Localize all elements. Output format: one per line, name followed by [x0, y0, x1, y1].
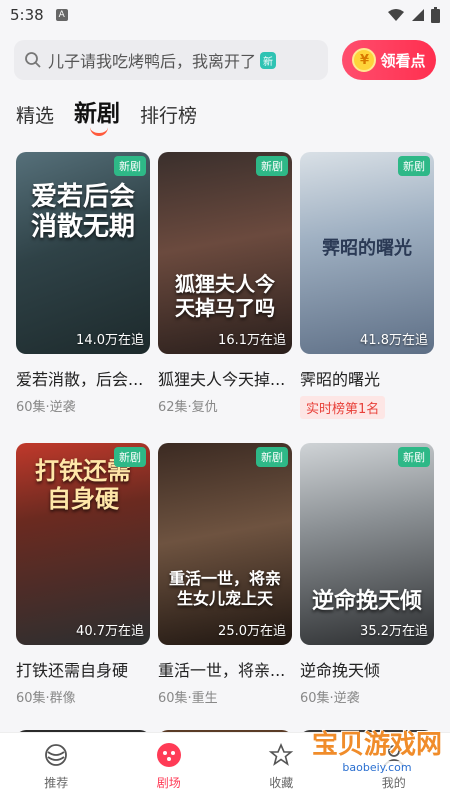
- drama-poster[interactable]: 爱若后会消散无期 新剧 14.0万在追: [16, 152, 150, 354]
- category-tabs: 精选 新剧 排行榜: [16, 94, 197, 136]
- new-tag: 新剧: [398, 156, 430, 176]
- site-watermark: 宝贝游戏网 baobeiy.com: [311, 724, 442, 774]
- search-row: 儿子请我吃烤鸭后，我离开了 新 ¥ 领看点: [14, 40, 436, 80]
- wifi-icon: [388, 9, 404, 21]
- claim-points-label: 领看点: [380, 51, 426, 70]
- followers-count: 40.7万在追: [76, 624, 144, 639]
- signal-icon: [412, 9, 424, 21]
- search-input[interactable]: 儿子请我吃烤鸭后，我离开了 新: [14, 40, 328, 80]
- followers-count: 35.2万在追: [360, 624, 428, 639]
- claim-points-button[interactable]: ¥ 领看点: [342, 40, 436, 80]
- new-tag: 新剧: [256, 447, 288, 467]
- drama-title[interactable]: 爱若消散，后会...: [16, 366, 150, 390]
- search-query: 儿子请我吃烤鸭后，我离开了: [48, 52, 257, 71]
- tab-new-dramas[interactable]: 新剧: [74, 94, 120, 136]
- drama-title[interactable]: 打铁还需自身硬: [16, 657, 150, 681]
- drama-meta: 62集·复仇: [158, 400, 218, 415]
- new-tag: 新剧: [114, 447, 146, 467]
- drama-poster[interactable]: 霁昭的曙光 新剧 41.8万在追: [300, 152, 434, 354]
- poster-title-art: 重活一世，将亲生女儿宠上天: [168, 569, 281, 608]
- drama-grid: 爱若后会消散无期 新剧 14.0万在追 爱若消散，后会... 60集·逆袭 狐狸…: [16, 152, 436, 744]
- drama-poster[interactable]: 打铁还需自身硬 新剧 40.7万在追: [16, 443, 150, 645]
- drama-card[interactable]: 打铁还需自身硬 新剧 40.7万在追 打铁还需自身硬 60集·群像: [16, 443, 150, 706]
- drama-card[interactable]: 重活一世，将亲生女儿宠上天 新剧 25.0万在追 重活一世，将亲... 60集·…: [158, 443, 292, 706]
- drama-title[interactable]: 重活一世，将亲...: [158, 657, 292, 681]
- drama-title[interactable]: 霁昭的曙光: [300, 366, 434, 390]
- watermark-title: 宝贝游戏网: [311, 730, 442, 760]
- battery-icon: [431, 7, 440, 23]
- drama-card[interactable]: 狐狸夫人今天掉马了吗 新剧 16.1万在追 狐狸夫人今天掉... 62集·复仇: [158, 152, 292, 419]
- search-icon: [25, 52, 41, 68]
- tab-featured[interactable]: 精选: [16, 101, 54, 128]
- coin-icon: ¥: [352, 48, 377, 72]
- search-new-badge: 新: [260, 51, 277, 69]
- followers-count: 14.0万在追: [76, 333, 144, 348]
- followers-count: 41.8万在追: [360, 333, 428, 348]
- followers-count: 16.1万在追: [218, 333, 286, 348]
- drama-title[interactable]: 逆命挽天倾: [300, 657, 434, 681]
- nav-theater[interactable]: 剧场: [113, 733, 226, 800]
- drama-card[interactable]: 爱若后会消散无期 新剧 14.0万在追 爱若消散，后会... 60集·逆袭: [16, 152, 150, 419]
- poster-title-art: 爱若后会消散无期: [30, 182, 135, 242]
- poster-title-art: 逆命挽天倾: [311, 589, 422, 614]
- drama-poster[interactable]: 重活一世，将亲生女儿宠上天 新剧 25.0万在追: [158, 443, 292, 645]
- drama-meta: 60集·逆袭: [16, 400, 76, 415]
- drama-meta: 60集·重生: [158, 691, 218, 706]
- drama-card[interactable]: 逆命挽天倾 新剧 35.2万在追 逆命挽天倾 60集·逆袭: [300, 443, 434, 706]
- sim-icon: A: [55, 9, 68, 21]
- new-tag: 新剧: [398, 447, 430, 467]
- drama-card[interactable]: 霁昭的曙光 新剧 41.8万在追 霁昭的曙光 实时榜第1名: [300, 152, 434, 419]
- nav-recommend[interactable]: 推荐: [0, 733, 113, 800]
- followers-count: 25.0万在追: [218, 624, 286, 639]
- poster-title-art: 狐狸夫人今天掉马了吗: [175, 272, 275, 320]
- new-tag: 新剧: [256, 156, 288, 176]
- drama-poster[interactable]: 逆命挽天倾 新剧 35.2万在追: [300, 443, 434, 645]
- watermark-url: baobeiy.com: [311, 761, 442, 774]
- favorites-icon: [268, 742, 294, 768]
- rank-badge: 实时榜第1名: [300, 396, 386, 419]
- new-tag: 新剧: [114, 156, 146, 176]
- status-time: 5:38: [10, 6, 44, 24]
- drama-meta: 60集·群像: [16, 691, 76, 706]
- nav-label: 收藏: [269, 776, 294, 790]
- drama-meta: 60集·逆袭: [300, 691, 360, 706]
- nav-label: 推荐: [44, 776, 69, 790]
- nav-label: 我的: [381, 776, 406, 790]
- nav-label: 剧场: [156, 776, 181, 790]
- theater-icon: [156, 742, 182, 768]
- poster-title-art: 霁昭的曙光: [322, 238, 412, 259]
- drama-poster[interactable]: 狐狸夫人今天掉马了吗 新剧 16.1万在追: [158, 152, 292, 354]
- status-bar: 5:38 A: [0, 0, 450, 30]
- drama-title[interactable]: 狐狸夫人今天掉...: [158, 366, 292, 390]
- recommend-icon: [43, 742, 69, 768]
- tab-rankings[interactable]: 排行榜: [140, 101, 197, 128]
